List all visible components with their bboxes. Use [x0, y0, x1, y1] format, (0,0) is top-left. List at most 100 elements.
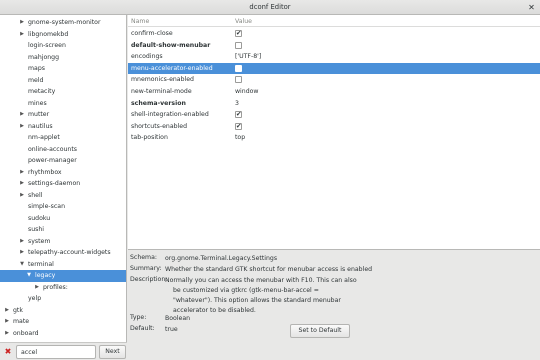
- tree-item-label: profiles:: [43, 283, 68, 291]
- close-icon[interactable]: ✕: [526, 2, 537, 13]
- value-column-header[interactable]: Value: [235, 18, 252, 25]
- expander-right-icon[interactable]: ▶: [19, 17, 25, 29]
- key-row[interactable]: mnemonics-enabled: [128, 74, 540, 86]
- set-to-default-button[interactable]: Set to Default: [290, 324, 350, 338]
- value-checkbox[interactable]: ✔: [235, 111, 242, 119]
- tree-item-label: sushi: [28, 226, 45, 233]
- key-row[interactable]: new-terminal-mode window: [128, 86, 540, 98]
- tree-item[interactable]: ▶ system: [0, 236, 126, 248]
- value-checkbox[interactable]: [235, 41, 242, 49]
- key-name: encodings: [131, 53, 163, 61]
- expander-right-icon[interactable]: ▶: [19, 29, 25, 41]
- schema-value: org.gnome.Terminal.Legacy.Settings: [165, 255, 278, 262]
- tree-item-label: maps: [28, 65, 45, 72]
- value-checkbox[interactable]: [235, 64, 242, 72]
- schema-tree[interactable]: ▶ gnome-system-monitor ▶ libgnomekbd login-s…: [0, 15, 127, 342]
- name-column-header[interactable]: Name: [131, 18, 149, 25]
- tree-item[interactable]: mines: [0, 98, 126, 110]
- tree-item-label: online-accounts: [28, 145, 77, 153]
- value-checkbox[interactable]: ✔: [235, 123, 242, 130]
- tree-item-label: telepathy-account-widgets: [28, 249, 111, 256]
- expander-right-icon[interactable]: ▶: [19, 178, 25, 190]
- tree-item[interactable]: ▼ legacy: [0, 270, 126, 282]
- value-checkbox[interactable]: [235, 76, 242, 84]
- tree-item[interactable]: ▶ gtk: [0, 305, 126, 317]
- expander-right-icon[interactable]: ▶: [19, 190, 25, 202]
- tree-item[interactable]: simple-scan: [0, 201, 126, 213]
- clear-search-icon[interactable]: ✖: [3, 347, 13, 357]
- tree-item-label: libgnomekbd: [28, 30, 69, 38]
- tree-item[interactable]: maps: [0, 63, 126, 75]
- tree-item[interactable]: ▶ gnome-system-monitor: [0, 17, 126, 29]
- expander-right-icon[interactable]: ▶: [19, 247, 25, 259]
- tree-item[interactable]: mahjongg: [0, 52, 126, 64]
- next-button[interactable]: Next: [99, 345, 126, 359]
- default-value: true: [165, 326, 178, 333]
- tree-item[interactable]: ▶ telepathy-account-widgets: [0, 247, 126, 259]
- search-input[interactable]: [16, 345, 96, 359]
- key-value[interactable]: 3: [235, 98, 239, 110]
- key-value[interactable]: window: [235, 86, 258, 98]
- key-name: schema-version: [131, 99, 186, 107]
- tree-item[interactable]: ▶ shell: [0, 190, 126, 202]
- value-checkbox[interactable]: ✔: [235, 30, 242, 37]
- tree-item-label: mahjongg: [28, 53, 60, 61]
- key-value[interactable]: top: [235, 132, 245, 144]
- summary-value: Whether the standard GTK shortcut for me…: [165, 266, 373, 273]
- tree-item-label: sudoku: [28, 214, 51, 222]
- expander-right-icon[interactable]: ▶: [19, 121, 25, 133]
- tree-item[interactable]: metacity: [0, 86, 126, 98]
- tree-item[interactable]: sudoku: [0, 213, 126, 225]
- tree-item[interactable]: sushi: [0, 224, 126, 236]
- expander-right-icon[interactable]: ▶: [34, 282, 40, 294]
- key-name: mnemonics-enabled: [131, 76, 194, 84]
- key-name: tab-position: [131, 134, 168, 142]
- key-row[interactable]: default-show-menubar: [128, 40, 540, 52]
- tree-item[interactable]: ▶ mutter: [0, 109, 126, 121]
- key-name: confirm-close: [131, 30, 173, 37]
- tree-item[interactable]: ▶ onboard: [0, 328, 126, 340]
- key-row[interactable]: confirm-close ✔: [128, 28, 540, 40]
- column-header: Name Value: [128, 15, 540, 27]
- window-title: dconf Editor: [249, 3, 291, 11]
- expander-down-icon[interactable]: ▼: [26, 270, 32, 282]
- expander-right-icon[interactable]: ▶: [4, 328, 10, 340]
- expander-right-icon[interactable]: ▶: [4, 305, 10, 317]
- tree-item[interactable]: ▶ rhythmbox: [0, 167, 126, 179]
- tree-item[interactable]: power-manager: [0, 155, 126, 167]
- tree-item[interactable]: login-screen: [0, 40, 126, 52]
- tree-item[interactable]: ▶ profiles:: [0, 282, 126, 294]
- tree-item-label: terminal: [28, 260, 54, 268]
- key-value[interactable]: ['UTF-8']: [235, 51, 261, 63]
- tree-item-label: mutter: [28, 111, 50, 118]
- expander-right-icon[interactable]: ▶: [4, 316, 10, 328]
- key-row[interactable]: shortcuts-enabled ✔: [128, 121, 540, 133]
- tree-item[interactable]: ▶ settings-daemon: [0, 178, 126, 190]
- tree-item[interactable]: online-accounts: [0, 144, 126, 156]
- key-row[interactable]: encodings ['UTF-8']: [128, 51, 540, 63]
- tree-item[interactable]: ▶ nautilus: [0, 121, 126, 133]
- tree-item-label: settings-daemon: [28, 180, 81, 187]
- tree-item[interactable]: ▶ mate: [0, 316, 126, 328]
- description-line: "whatever"). This option allows the stan…: [173, 297, 341, 304]
- summary-label: Summary:: [130, 265, 162, 272]
- tree-item[interactable]: nm-applet: [0, 132, 126, 144]
- tree-item[interactable]: meld: [0, 75, 126, 87]
- key-row[interactable]: menu-accelerator-enabled: [128, 62, 540, 75]
- key-list[interactable]: Name Value confirm-close ✔ default-show-me…: [128, 15, 540, 250]
- expander-right-icon[interactable]: ▶: [19, 167, 25, 179]
- tree-item-label: mate: [13, 318, 30, 325]
- key-row[interactable]: tab-position top: [128, 132, 540, 144]
- tree-item[interactable]: yelp: [0, 293, 126, 305]
- key-name: default-show-menubar: [131, 41, 211, 49]
- key-row[interactable]: shell-integration-enabled ✔: [128, 109, 540, 121]
- expander-down-icon[interactable]: ▼: [19, 259, 25, 271]
- key-row[interactable]: schema-version 3: [128, 98, 540, 110]
- tree-item-label: nm-applet: [28, 134, 60, 141]
- title-bar: dconf Editor ✕: [0, 0, 540, 15]
- expander-right-icon[interactable]: ▶: [19, 109, 25, 121]
- search-bar: ✖ Next: [0, 342, 127, 360]
- tree-item[interactable]: ▼ terminal: [0, 259, 126, 271]
- expander-right-icon[interactable]: ▶: [19, 236, 25, 248]
- tree-item[interactable]: ▶ libgnomekbd: [0, 29, 126, 41]
